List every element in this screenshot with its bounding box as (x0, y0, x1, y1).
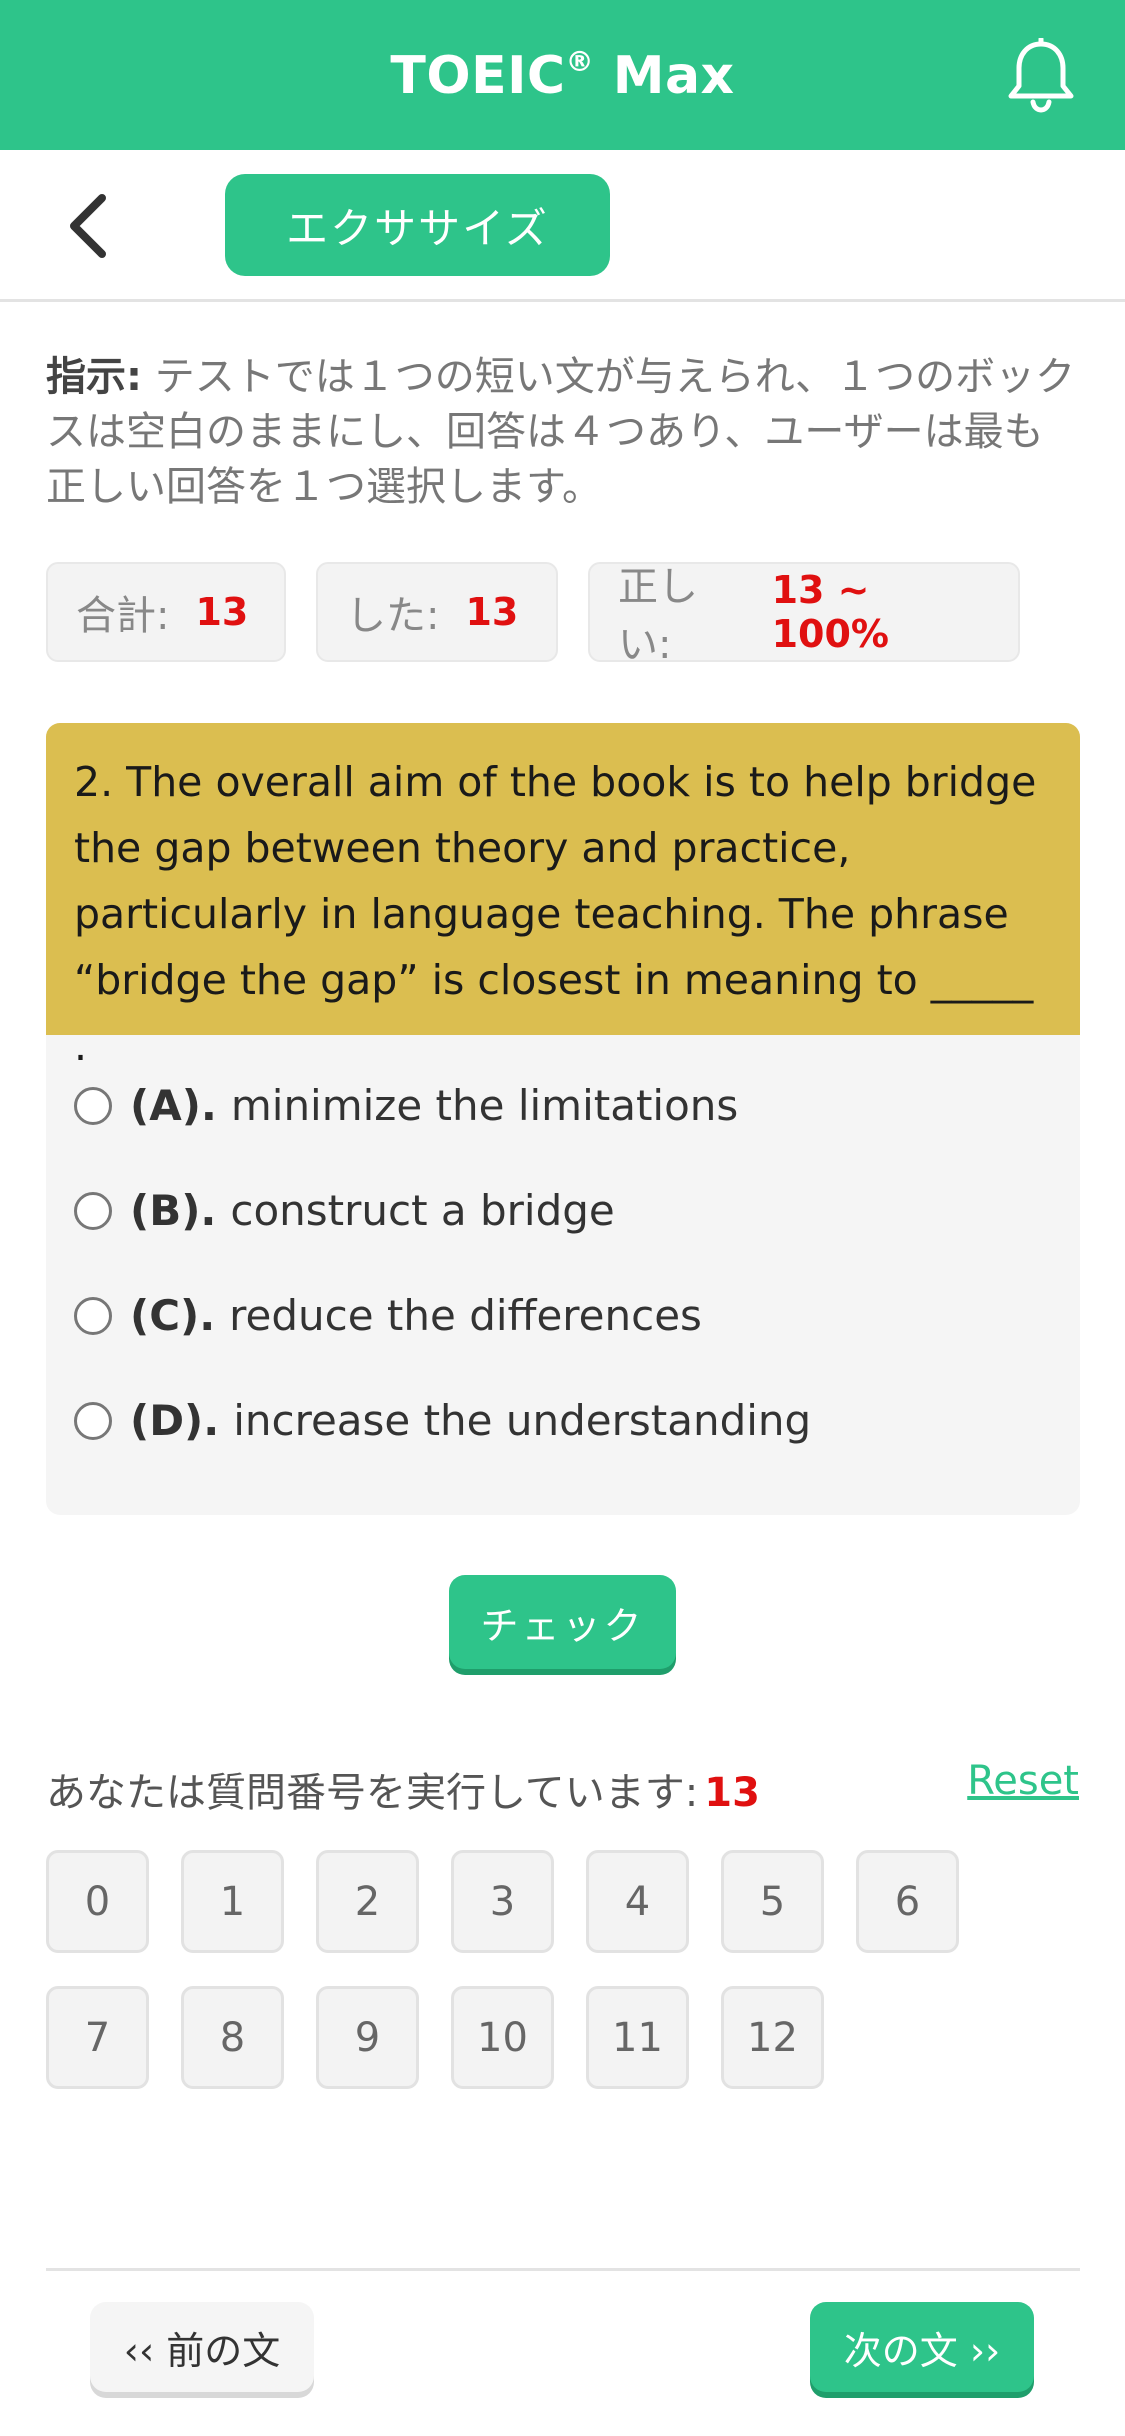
question-number-button[interactable]: 5 (721, 1850, 824, 1953)
question-number-button[interactable]: 0 (46, 1850, 149, 1953)
question-number-button[interactable]: 2 (316, 1850, 419, 1953)
radio-button[interactable] (74, 1191, 112, 1230)
options-list: (A). minimize the limitations (B). const… (46, 1035, 1080, 1473)
stat-correct: 正しい: 13 ~ 100% (588, 562, 1020, 668)
stat-done: した: 13 (316, 562, 558, 662)
question-number-button[interactable]: 12 (721, 1986, 824, 2089)
instructions-label: 指示: (46, 354, 142, 400)
option-d[interactable]: (D). increase the understanding (46, 1368, 1080, 1473)
footer-divider (46, 2268, 1080, 2271)
question-number-grid: 0 1 2 3 4 5 6 7 8 9 10 11 12 (46, 1850, 1046, 2089)
previous-sentence-button[interactable]: ‹‹ 前の文 (90, 2302, 314, 2392)
radio-button[interactable] (74, 1086, 112, 1125)
question-number-button[interactable]: 3 (451, 1850, 554, 1953)
chevron-left-icon[interactable] (60, 190, 120, 262)
radio-button[interactable] (74, 1401, 112, 1440)
radio-button[interactable] (74, 1296, 112, 1335)
app-title: TOEIC® Max (390, 44, 735, 106)
tab-exercise[interactable]: エクササイズ (225, 174, 610, 276)
option-b[interactable]: (B). construct a bridge (46, 1158, 1080, 1263)
stat-done-value: 13 (465, 590, 519, 634)
bell-icon[interactable] (1005, 38, 1077, 114)
app-header: TOEIC® Max (0, 0, 1125, 150)
check-button[interactable]: チェック (449, 1575, 676, 1669)
stat-total-value: 13 (195, 590, 249, 634)
next-sentence-button[interactable]: 次の文 ›› (810, 2302, 1034, 2392)
question-number-button[interactable]: 4 (586, 1850, 689, 1953)
question-number-button[interactable]: 10 (451, 1986, 554, 2089)
question-number-button[interactable]: 9 (316, 1986, 419, 2089)
option-a[interactable]: (A). minimize the limitations (46, 1053, 1080, 1158)
question-card: 2. The overall aim of the book is to hel… (46, 723, 1080, 1515)
instructions-text: テストでは１つの短い文が与えられ、１つのボックスは空白のままにし、回答は４つあり… (46, 354, 1076, 510)
question-number-button[interactable]: 11 (586, 1986, 689, 2089)
question-number-button[interactable]: 7 (46, 1986, 149, 2089)
question-number-button[interactable]: 6 (856, 1850, 959, 1953)
question-text: 2. The overall aim of the book is to hel… (46, 723, 1080, 1070)
question-number-button[interactable]: 8 (181, 1986, 284, 2089)
current-question-label: あなたは質問番号を実行しています: 13 (46, 1770, 760, 1816)
option-c[interactable]: (C). reduce the differences (46, 1263, 1080, 1368)
nav-row: エクササイズ (0, 150, 1125, 302)
instructions: 指示: テストでは１つの短い文が与えられ、１つのボックスは空白のままにし、回答は… (46, 350, 1081, 515)
reset-link[interactable]: Reset (967, 1758, 1079, 1804)
question-number-button[interactable]: 1 (181, 1850, 284, 1953)
current-question-number: 13 (704, 1770, 760, 1816)
stat-correct-value: 13 ~ 100% (771, 568, 889, 656)
stat-total: 合計: 13 (46, 562, 286, 662)
stats-row: 合計: 13 した: 13 正しい: 13 ~ 100% (46, 562, 1020, 668)
